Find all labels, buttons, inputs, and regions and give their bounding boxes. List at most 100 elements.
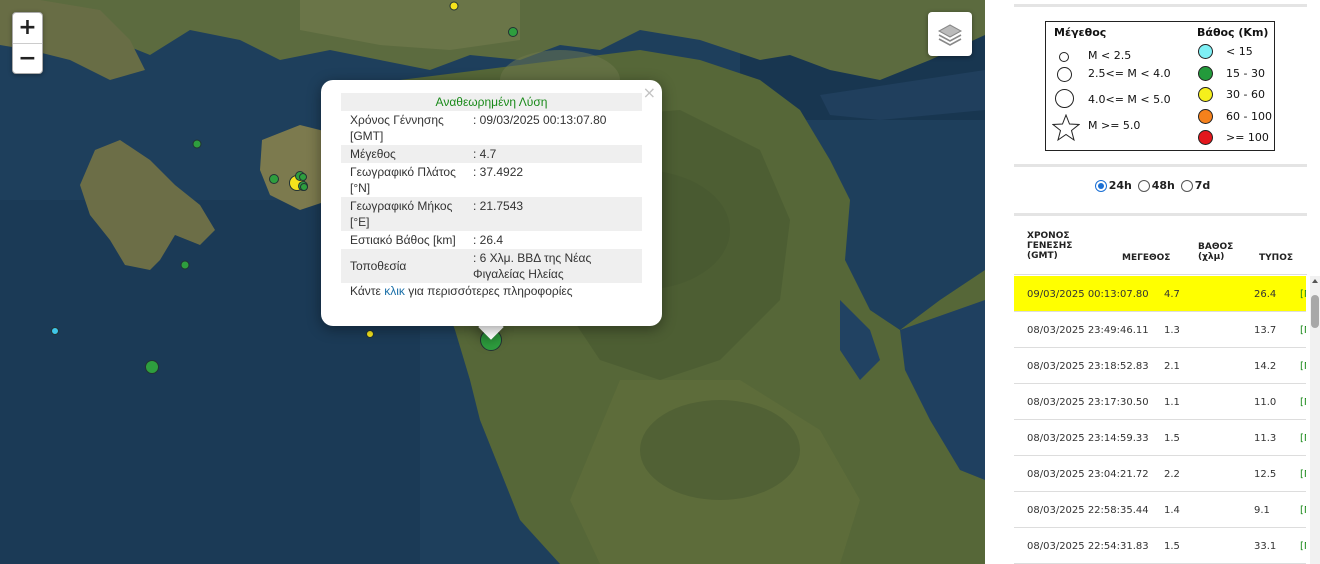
legend-mag-label: M < 2.5 <box>1088 49 1132 62</box>
scrollbar[interactable] <box>1310 276 1320 564</box>
header-time-line: ΧΡΟΝΟΣ <box>1027 231 1070 241</box>
popup-title: Αναθεωρημένη Λύση <box>435 95 548 109</box>
scroll-thumb[interactable] <box>1311 295 1319 328</box>
divider <box>1014 4 1307 7</box>
divider <box>1014 274 1307 275</box>
legend-depth-marker <box>1198 109 1213 124</box>
list-item[interactable]: 08/03/2025 23:14:59.33 1.5 11.3 [M <box>1014 420 1306 456</box>
legend-depth-label: 30 - 60 <box>1226 88 1265 101</box>
list-item-depth: 13.7 <box>1254 325 1277 336</box>
earthquake-marker[interactable] <box>449 1 459 11</box>
star-icon <box>1052 114 1080 142</box>
header-time: ΧΡΟΝΟΣ ΓΕΝΕΣΗΣ (GMT) <box>1027 231 1072 261</box>
popup-more-prefix: Κάντε <box>350 284 385 298</box>
list-item-depth: 26.4 <box>1254 289 1277 300</box>
header-magnitude: ΜΕΓΕΘΟΣ <box>1122 253 1171 263</box>
popup-label-longitude: Γεωγραφικό Μήκος [°E] <box>350 199 453 229</box>
divider <box>1014 164 1307 167</box>
earthquake-marker[interactable] <box>51 327 59 335</box>
radio-button[interactable] <box>1137 179 1150 192</box>
list-item[interactable]: 08/03/2025 23:18:52.83 2.1 14.2 [M <box>1014 348 1306 384</box>
popup-label-magnitude: Μέγεθος <box>350 147 396 161</box>
list-item[interactable]: 08/03/2025 22:58:35.44 1.4 9.1 [M <box>1014 492 1306 528</box>
list-item-type: [M <box>1300 397 1306 408</box>
list-item-type: [M <box>1300 541 1306 552</box>
list-item-time: 08/03/2025 23:17:30.50 <box>1027 397 1149 408</box>
period-option-7d[interactable]: 7d <box>1180 179 1211 192</box>
list-item-depth: 11.3 <box>1254 433 1277 444</box>
earthquake-marker[interactable] <box>508 27 518 37</box>
list-item-time: 08/03/2025 23:04:21.72 <box>1027 469 1149 480</box>
legend-depth-marker <box>1198 130 1213 145</box>
popup-more-suffix: για περισσότερες πληροφορίες <box>404 284 573 298</box>
list-item-type: [M <box>1300 505 1306 516</box>
list-item[interactable]: 08/03/2025 23:04:21.72 2.2 12.5 [M <box>1014 456 1306 492</box>
zoom-out-button[interactable]: − <box>13 43 42 73</box>
legend-magnitude-title: Μέγεθος <box>1054 26 1107 39</box>
list-item-time: 08/03/2025 23:49:46.11 <box>1027 325 1149 336</box>
earthquake-marker[interactable] <box>180 260 190 270</box>
list-item[interactable]: 08/03/2025 23:17:30.50 1.1 11.0 [M <box>1014 384 1306 420</box>
earthquake-marker[interactable] <box>145 360 159 374</box>
list-item-type: [M <box>1300 289 1306 300</box>
period-option-label: 48h <box>1151 179 1175 192</box>
popup-label-depth: Εστιακό Βάθος [km] <box>350 233 456 247</box>
popup-more-link[interactable]: κλικ <box>384 284 405 298</box>
earthquake-marker[interactable] <box>192 139 202 149</box>
list-item-time: 08/03/2025 23:18:52.83 <box>1027 361 1149 372</box>
list-item-magnitude: 1.5 <box>1164 433 1180 444</box>
header-time-line: (GMT) <box>1027 251 1058 261</box>
popup-label-time: Χρόνος Γέννησης [GMT] <box>350 113 444 143</box>
popup-value-location: : 6 Χλμ. ΒΒΔ της Νέας Φιγαλείας Ηλείας <box>473 251 592 281</box>
legend: Μέγεθος Βάθος (Km) M < 2.5 2.5<= M < 4.0… <box>1045 21 1275 151</box>
popup-label-location: Τοποθεσία <box>350 259 407 273</box>
popup-close-button[interactable]: × <box>643 83 656 102</box>
list-item-type: [M <box>1300 361 1306 372</box>
legend-depth-label: < 15 <box>1226 45 1253 58</box>
header-type: ΤΥΠΟΣ <box>1259 253 1293 263</box>
legend-mag-label: M >= 5.0 <box>1088 119 1141 132</box>
earthquake-marker[interactable] <box>299 173 307 181</box>
layers-button[interactable] <box>928 12 972 56</box>
popup-more-info: Κάντε κλικ για περισσότερες πληροφορίες <box>341 284 642 298</box>
scroll-up-icon[interactable] <box>1312 279 1318 283</box>
list-item-type: [M <box>1300 433 1306 444</box>
list-item[interactable]: 08/03/2025 23:49:46.11 1.3 13.7 [M <box>1014 312 1306 348</box>
list-item-depth: 33.1 <box>1254 541 1277 552</box>
legend-mag-label: 4.0<= M < 5.0 <box>1088 93 1171 106</box>
popup-value-latitude: : 37.4922 <box>473 165 524 179</box>
radio-button[interactable] <box>1180 179 1193 192</box>
earthquake-marker[interactable] <box>300 183 308 191</box>
map-view[interactable]: + − × Αναθεωρημένη Λύση Χρόνος Γέννησης … <box>0 0 985 564</box>
list-item-magnitude: 2.2 <box>1164 469 1180 480</box>
list-item-type: [M <box>1300 469 1306 480</box>
divider <box>1014 213 1307 216</box>
header-time-line: ΓΕΝΕΣΗΣ <box>1027 241 1073 251</box>
list-item[interactable]: 09/03/2025 00:13:07.80 4.7 26.4 [M <box>1014 276 1306 312</box>
radio-button[interactable] <box>1094 179 1107 192</box>
layers-icon <box>937 24 963 46</box>
popup-value-depth: : 26.4 <box>473 233 504 247</box>
header-depth: ΒΑΘΟΣ (χλμ) <box>1198 242 1233 262</box>
zoom-control: + − <box>12 12 43 74</box>
period-option-label: 7d <box>1194 179 1211 192</box>
list-item-depth: 14.2 <box>1254 361 1277 372</box>
period-option-24h[interactable]: 24h <box>1094 179 1132 192</box>
header-depth-line: (χλμ) <box>1198 252 1225 262</box>
legend-depth-marker <box>1198 44 1213 59</box>
earthquake-marker[interactable] <box>269 174 279 184</box>
zoom-in-button[interactable]: + <box>13 13 42 43</box>
list-item[interactable]: 08/03/2025 22:54:31.83 1.5 33.1 [M <box>1014 528 1306 564</box>
header-depth-line: ΒΑΘΟΣ <box>1198 242 1234 252</box>
legend-depth-marker <box>1198 87 1213 102</box>
period-option-label: 24h <box>1108 179 1132 192</box>
period-selector: 24h 48h 7d <box>985 179 1320 195</box>
popup-value-magnitude: : 4.7 <box>473 147 497 161</box>
earthquake-marker[interactable] <box>366 330 374 338</box>
legend-depth-label: >= 100 <box>1226 131 1269 144</box>
list-item-magnitude: 1.4 <box>1164 505 1180 516</box>
list-item-magnitude: 2.1 <box>1164 361 1180 372</box>
popup-label-latitude: Γεωγραφικό Πλάτος [°N] <box>350 165 456 195</box>
list-item-depth: 11.0 <box>1254 397 1277 408</box>
period-option-48h[interactable]: 48h <box>1137 179 1175 192</box>
